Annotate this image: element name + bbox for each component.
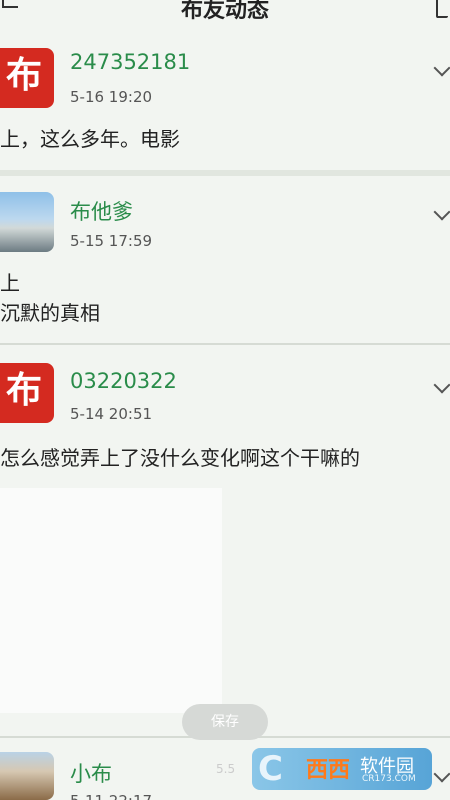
ghost-text: 5.5 — [216, 762, 236, 776]
site-watermark: C 西西 软件园 CR173.COM — [252, 748, 432, 790]
app-header: 布友动态 — [0, 0, 450, 34]
avatar-logo-text: 布 — [5, 55, 42, 96]
post-text-line: 上 — [0, 271, 20, 295]
post-time: 5-15 17:59 — [70, 232, 153, 250]
chevron-down-icon[interactable] — [433, 765, 450, 783]
avatar[interactable]: 布 — [0, 48, 54, 108]
post-author-name[interactable]: 03220322 — [70, 369, 177, 393]
post-time: 5-14 20:51 — [70, 405, 153, 423]
post-time: 5-16 19:20 — [70, 88, 153, 106]
avatar[interactable] — [0, 752, 54, 800]
post-card[interactable]: 布他爹 5-15 17:59 上 沉默的真相 — [0, 176, 450, 343]
post-text-line: 上，这么多年。电影 — [0, 127, 180, 151]
page-title: 布友动态 — [180, 0, 269, 23]
watermark-url: CR173.COM — [362, 774, 416, 784]
post-author-name[interactable]: 247352181 — [70, 50, 190, 74]
post-time: 5-11 22:17 — [70, 792, 152, 800]
post-text-line: 怎么感觉弄上了没什么变化啊这个干嘛的 — [0, 446, 360, 470]
chevron-down-icon[interactable] — [433, 203, 450, 221]
save-button[interactable]: 保存 — [182, 704, 268, 740]
watermark-logo-icon: C — [258, 749, 283, 789]
compose-icon[interactable] — [436, 0, 448, 18]
watermark-brand: 西西 — [306, 758, 351, 783]
chevron-down-icon[interactable] — [433, 376, 450, 394]
avatar-logo-text: 布 — [5, 370, 42, 411]
avatar[interactable]: 布 — [0, 363, 54, 423]
post-card[interactable]: 布 247352181 5-16 19:20 上，这么多年。电影 — [0, 34, 450, 170]
post-author-name[interactable]: 布他爹 — [70, 196, 133, 226]
post-author-name[interactable]: 小布 — [70, 758, 112, 788]
post-image[interactable] — [0, 488, 222, 713]
chevron-down-icon[interactable] — [433, 59, 450, 77]
avatar[interactable] — [0, 192, 54, 252]
post-text-line: 沉默的真相 — [0, 301, 100, 325]
